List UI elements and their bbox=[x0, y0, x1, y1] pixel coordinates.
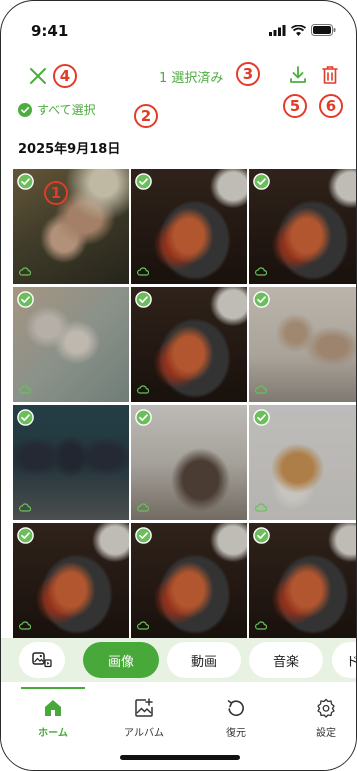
download-icon bbox=[290, 66, 306, 83]
photo-thumbnail[interactable] bbox=[131, 169, 247, 284]
album-add-icon bbox=[135, 698, 153, 717]
cloud-synced-icon bbox=[19, 385, 32, 394]
tab-album-label: アルバム bbox=[124, 728, 164, 739]
signal-icon bbox=[269, 24, 286, 36]
photo-thumbnail[interactable] bbox=[13, 405, 129, 520]
download-button[interactable] bbox=[285, 61, 311, 89]
home-indicator bbox=[120, 755, 240, 760]
delete-button[interactable] bbox=[317, 61, 343, 89]
cloud-synced-icon bbox=[137, 385, 150, 394]
selected-check-icon bbox=[17, 291, 34, 308]
callout-5: 5 bbox=[283, 94, 307, 118]
selected-check-icon bbox=[253, 409, 270, 426]
selected-check-icon bbox=[17, 409, 34, 426]
callout-4: 4 bbox=[53, 64, 77, 88]
cloud-synced-icon bbox=[255, 267, 268, 276]
close-selection-button[interactable] bbox=[25, 63, 51, 89]
tab-home-label: ホーム bbox=[38, 728, 68, 739]
callout-2: 2 bbox=[134, 104, 158, 128]
cloud-synced-icon bbox=[19, 267, 32, 276]
check-circle-icon bbox=[18, 102, 32, 117]
tab-restore[interactable]: 復元 bbox=[196, 698, 276, 744]
callout-6: 6 bbox=[319, 94, 343, 118]
chip-more[interactable]: ド bbox=[332, 642, 356, 678]
photo-thumbnail[interactable] bbox=[249, 169, 356, 284]
chip-videos[interactable]: 動画 bbox=[167, 642, 241, 678]
selected-count: 1 選択済み bbox=[159, 71, 224, 86]
wifi-icon bbox=[291, 24, 306, 36]
media-filter-button[interactable] bbox=[19, 642, 65, 678]
gear-icon bbox=[317, 698, 335, 718]
phone-screen: 9:41 4 1 選択済み 3 5 6 すべて選択 2 2025年9月18日 1… bbox=[0, 0, 357, 771]
selected-check-icon bbox=[135, 291, 152, 308]
cloud-synced-icon bbox=[137, 621, 150, 630]
tab-settings-label: 設定 bbox=[316, 728, 336, 739]
photo-thumbnail[interactable] bbox=[249, 523, 356, 638]
cloud-synced-icon bbox=[255, 503, 268, 512]
selected-check-icon bbox=[17, 173, 34, 190]
image-video-filter-icon bbox=[32, 652, 52, 668]
selected-check-icon bbox=[135, 173, 152, 190]
select-all-label: すべて選択 bbox=[37, 103, 96, 117]
system-icons bbox=[269, 24, 336, 36]
home-icon bbox=[45, 700, 61, 716]
selected-check-icon bbox=[253, 527, 270, 544]
cloud-synced-icon bbox=[19, 621, 32, 630]
chip-images[interactable]: 画像 bbox=[83, 642, 159, 678]
battery-icon bbox=[311, 24, 336, 36]
photo-thumbnail[interactable] bbox=[249, 287, 356, 402]
cloud-synced-icon bbox=[137, 503, 150, 512]
photo-thumbnail[interactable] bbox=[131, 287, 247, 402]
status-time: 9:41 bbox=[31, 22, 69, 40]
photo-thumbnail[interactable] bbox=[13, 169, 129, 284]
cloud-synced-icon bbox=[255, 385, 268, 394]
selected-check-icon bbox=[253, 291, 270, 308]
chip-music[interactable]: 音楽 bbox=[249, 642, 323, 678]
tab-home[interactable]: ホーム bbox=[13, 698, 93, 744]
select-all-button[interactable]: すべて選択 bbox=[18, 101, 96, 118]
photo-thumbnail[interactable] bbox=[249, 405, 356, 520]
photo-grid bbox=[13, 169, 356, 638]
photo-thumbnail[interactable] bbox=[131, 405, 247, 520]
close-icon bbox=[30, 68, 46, 84]
selected-check-icon bbox=[17, 527, 34, 544]
tab-album[interactable]: アルバム bbox=[104, 698, 184, 744]
date-heading: 2025年9月18日 bbox=[18, 142, 121, 157]
selected-check-icon bbox=[135, 527, 152, 544]
callout-3: 3 bbox=[236, 62, 260, 86]
photo-thumbnail[interactable] bbox=[13, 523, 129, 638]
trash-icon bbox=[322, 66, 338, 84]
category-filter-bar: 画像 動画 音楽 ド bbox=[1, 638, 356, 682]
photo-thumbnail[interactable] bbox=[131, 523, 247, 638]
photo-thumbnail[interactable] bbox=[13, 287, 129, 402]
selected-check-icon bbox=[253, 173, 270, 190]
active-tab-indicator bbox=[21, 687, 85, 689]
tab-settings[interactable]: 設定 bbox=[286, 698, 356, 744]
status-bar: 9:41 bbox=[1, 1, 356, 51]
cloud-synced-icon bbox=[19, 503, 32, 512]
restore-icon bbox=[227, 700, 244, 716]
cloud-synced-icon bbox=[255, 621, 268, 630]
cloud-synced-icon bbox=[137, 267, 150, 276]
selected-check-icon bbox=[135, 409, 152, 426]
tab-restore-label: 復元 bbox=[226, 728, 246, 739]
callout-1: 1 bbox=[44, 181, 68, 205]
